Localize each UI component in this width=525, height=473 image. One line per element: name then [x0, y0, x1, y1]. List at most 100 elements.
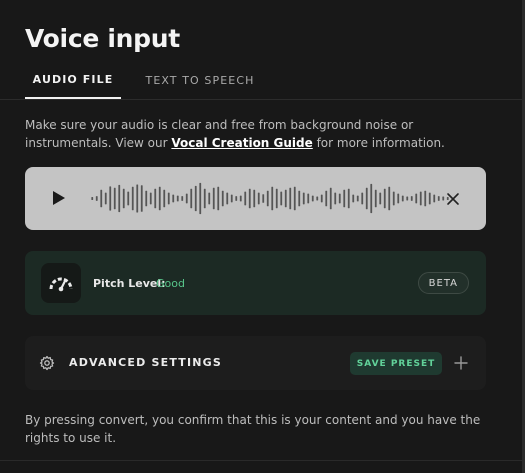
waveform-bar: [284, 189, 287, 208]
waveform-bar: [370, 183, 373, 214]
waveform-bar: [433, 194, 436, 203]
tab-bar: AUDIO FILE TEXT TO SPEECH: [25, 62, 525, 99]
waveform-bar: [217, 186, 220, 211]
gauge-icon-box: [41, 263, 81, 303]
remove-audio-button[interactable]: [443, 189, 463, 209]
bottom-divider: [0, 460, 522, 461]
waveform-bar: [266, 190, 269, 207]
waveform-bar: [100, 189, 103, 208]
waveform-bar: [428, 192, 431, 205]
waveform-bar: [262, 194, 265, 203]
waveform-bar: [172, 194, 175, 203]
waveform-bar: [325, 190, 328, 207]
waveform-bar: [388, 186, 391, 211]
waveform-bar: [91, 196, 94, 201]
pitch-level-card: Pitch Level: Good BETA: [25, 251, 486, 315]
waveform-bar: [401, 195, 404, 202]
waveform-bar: [316, 196, 319, 201]
gauge-icon: [49, 277, 73, 292]
waveform-bar: [154, 188, 157, 209]
waveform-bar: [347, 188, 350, 209]
waveform-bar: [118, 184, 121, 213]
waveform-bar: [415, 193, 418, 204]
consent-text: By pressing convert, you confirm that th…: [25, 413, 481, 445]
waveform-bar: [176, 195, 179, 202]
waveform-bar: [145, 190, 148, 207]
waveform-bar: [226, 192, 229, 205]
waveform-bar: [397, 193, 400, 204]
tab-audio-file[interactable]: AUDIO FILE: [25, 62, 121, 99]
waveform-bar: [203, 188, 206, 209]
waveform-bar: [379, 192, 382, 205]
waveform-bar: [298, 190, 301, 207]
play-icon: [53, 191, 65, 205]
waveform-bar: [424, 190, 427, 207]
waveform-bar: [374, 189, 377, 208]
waveform-bar: [248, 188, 251, 209]
waveform-bar: [235, 196, 238, 201]
waveform-bar: [221, 190, 224, 207]
waveform-bar: [289, 187, 292, 210]
advanced-settings-row[interactable]: ADVANCED SETTINGS SAVE PRESET: [25, 336, 486, 390]
waveform-bar: [239, 195, 242, 202]
tab-text-to-speech[interactable]: TEXT TO SPEECH: [135, 62, 265, 99]
waveform-bar: [406, 196, 409, 201]
waveform-bar: [253, 189, 256, 208]
waveform-bar: [437, 196, 440, 201]
waveform-bar: [352, 194, 355, 203]
waveform-bar: [199, 182, 202, 215]
waveform-bar: [190, 188, 193, 209]
tabs-divider: [0, 99, 522, 100]
waveform-bar: [167, 192, 170, 205]
save-preset-button[interactable]: SAVE PRESET: [350, 352, 442, 375]
advanced-settings-label: ADVANCED SETTINGS: [69, 356, 223, 369]
waveform-bar: [140, 185, 143, 212]
waveform-bar: [271, 186, 274, 211]
play-button[interactable]: [47, 187, 69, 209]
pitch-level-value: Good: [156, 277, 185, 290]
waveform-bar: [185, 193, 188, 204]
waveform[interactable]: [90, 177, 450, 220]
waveform-bar: [410, 196, 413, 201]
audio-player: [25, 167, 486, 230]
waveform-bar: [320, 194, 323, 203]
page-title: Voice input: [25, 24, 180, 53]
plus-icon[interactable]: [453, 355, 469, 371]
waveform-bar: [356, 195, 359, 202]
waveform-bar: [329, 187, 332, 210]
waveform-bar: [338, 193, 341, 204]
waveform-bar: [293, 186, 296, 211]
waveform-bar: [149, 192, 152, 205]
waveform-bar: [136, 184, 139, 213]
waveform-bar: [257, 192, 260, 205]
waveform-bar: [109, 186, 112, 211]
waveform-bar: [311, 195, 314, 202]
waveform-bar: [280, 191, 283, 206]
waveform-bar: [127, 191, 130, 206]
waveform-bar: [104, 192, 107, 205]
waveform-bar: [334, 192, 337, 205]
waveform-bar: [230, 194, 233, 203]
beta-badge: BETA: [417, 272, 469, 294]
waveform-bar: [383, 188, 386, 209]
waveform-bar: [392, 191, 395, 206]
waveform-bar: [158, 186, 161, 211]
waveform-bar: [361, 192, 364, 205]
waveform-bar: [95, 196, 98, 201]
close-icon: [447, 193, 459, 205]
vocal-creation-guide-link[interactable]: Vocal Creation Guide: [171, 136, 312, 150]
waveform-bar: [194, 185, 197, 212]
waveform-bar: [365, 187, 368, 210]
waveform-bar: [208, 192, 211, 205]
waveform-bar: [419, 191, 422, 206]
waveform-bar: [212, 187, 215, 210]
waveform-bar: [163, 189, 166, 208]
waveform-bar: [343, 189, 346, 208]
waveform-bar: [244, 191, 247, 206]
waveform-bar: [113, 187, 116, 210]
helper-text: Make sure your audio is clear and free f…: [25, 116, 495, 152]
gear-icon: [39, 355, 55, 371]
waveform-bar: [307, 193, 310, 204]
helper-suffix: for more information.: [312, 136, 445, 150]
waveform-bar: [181, 196, 184, 201]
